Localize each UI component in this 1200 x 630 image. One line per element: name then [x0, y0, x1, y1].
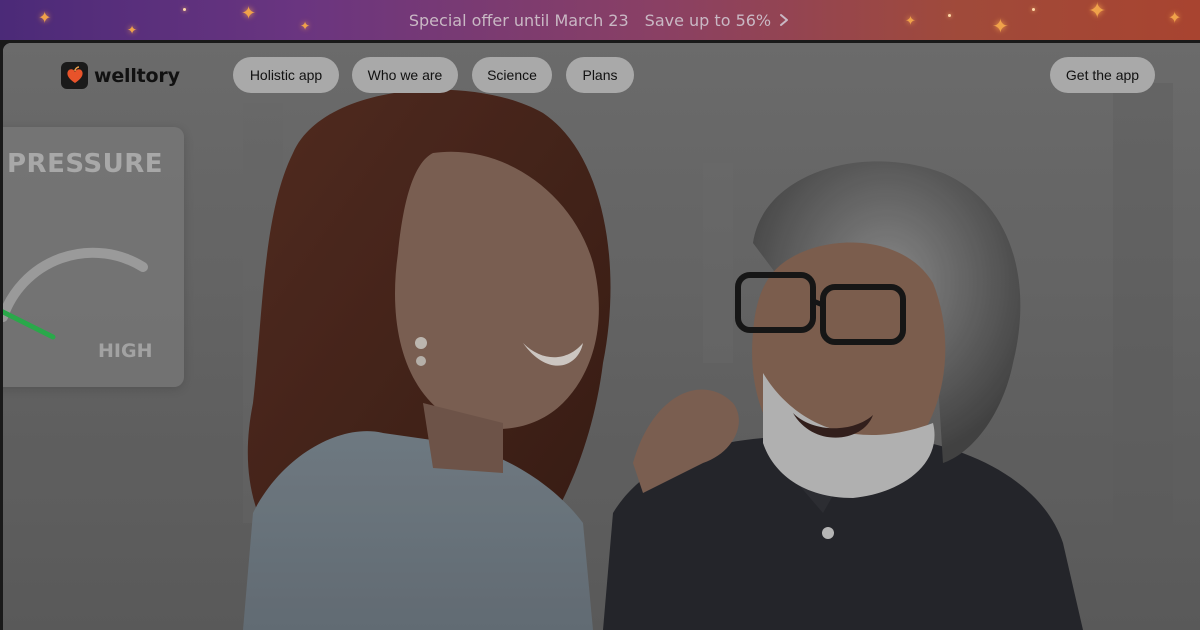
nav-who-we-are-label: Who we are	[367, 67, 443, 83]
nav-plans-label: Plans	[582, 67, 618, 83]
header-nav: welltory Holistic app Who we are Science…	[3, 43, 1200, 107]
pressure-gauge-icon	[3, 247, 148, 340]
pressure-title: PRESSURE	[7, 149, 164, 179]
apple-heart-logo-icon	[61, 62, 88, 89]
pressure-card: PRESSURE HIGH	[3, 127, 184, 387]
pressure-high-label: HIGH	[98, 340, 153, 362]
chevron-right-icon	[780, 14, 789, 26]
nav-science-button[interactable]: Science	[472, 57, 552, 93]
nav-plans-button[interactable]: Plans	[566, 57, 634, 93]
nav-holistic-app-label: Holistic app	[249, 67, 323, 83]
promo-save-text: Save up to 56%	[644, 10, 772, 30]
promo-offer-text: Special offer until March 23	[408, 10, 629, 30]
promo-save-link[interactable]: Save up to 56%	[645, 11, 791, 30]
nav-who-we-are-button[interactable]: Who we are	[352, 57, 458, 93]
logo[interactable]: welltory	[61, 62, 180, 89]
get-the-app-button[interactable]: Get the app	[1050, 57, 1155, 93]
promo-banner[interactable]: ✦ ✦ ✦ ✦ ✦ ✦ ✦ ✦ Special offer until Marc…	[0, 0, 1200, 40]
logo-text: welltory	[94, 64, 180, 87]
get-the-app-label: Get the app	[1065, 67, 1140, 83]
hero-section: PRESSURE HIGH	[3, 43, 1200, 630]
nav-science-label: Science	[487, 67, 537, 83]
heart-icon	[66, 65, 83, 83]
promo-content: Special offer until March 23 Save up to …	[0, 0, 1200, 40]
nav-holistic-app-button[interactable]: Holistic app	[233, 57, 339, 93]
